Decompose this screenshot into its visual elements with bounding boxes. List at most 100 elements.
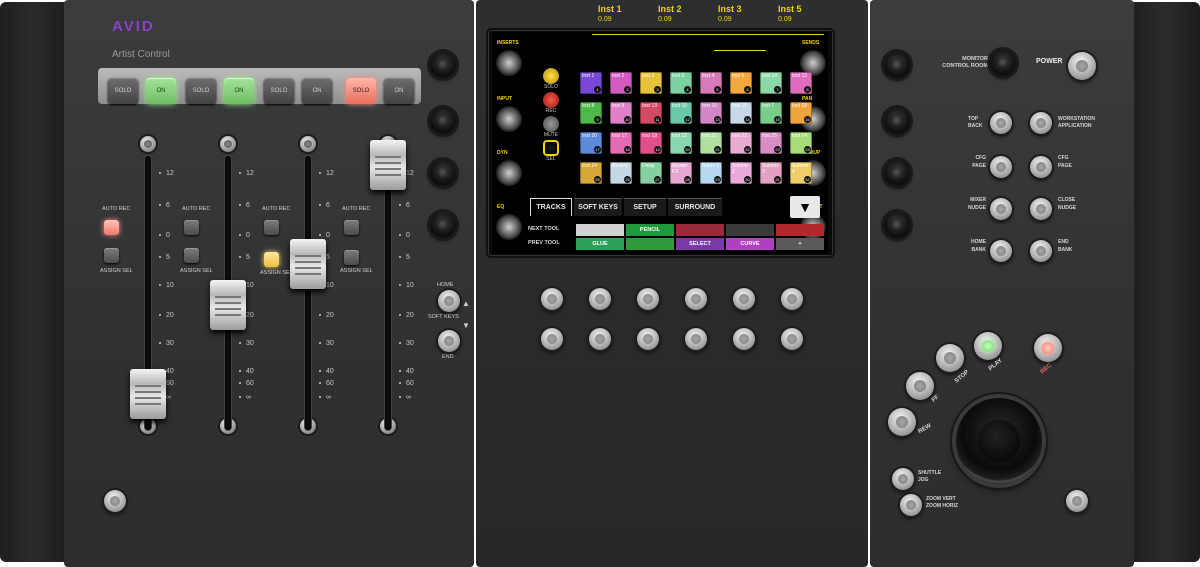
right-encoder-knob-3[interactable]	[884, 160, 910, 186]
encoder-knob-4[interactable]	[430, 212, 456, 238]
assign-sel-button-2[interactable]	[184, 248, 199, 263]
play-button[interactable]	[974, 332, 1002, 360]
track-tile[interactable]: Inst 15 14	[730, 102, 752, 124]
assign-sel-button-3[interactable]	[264, 252, 279, 267]
soft-key-button[interactable]	[589, 328, 611, 350]
screen-encoder-ring-4[interactable]	[496, 214, 522, 240]
shuttle-jog-button[interactable]	[892, 468, 914, 490]
power-button[interactable]	[1068, 52, 1096, 80]
assign-sel-button-1[interactable]	[104, 248, 119, 263]
zoom-button[interactable]	[900, 494, 922, 516]
track-tile[interactable]: Inst 45	[700, 72, 722, 94]
track-tile[interactable]: Inst 66	[730, 72, 752, 94]
prev-tool-slot-5[interactable]: +	[776, 238, 824, 250]
solo-button-3[interactable]: SOLO	[264, 78, 294, 104]
rec-toggle[interactable]	[543, 92, 559, 108]
track-header-3[interactable]: Inst 3 0.09	[718, 4, 742, 28]
soft-key-button[interactable]	[589, 288, 611, 310]
tab-soft-keys[interactable]: SOFT KEYS	[574, 198, 622, 216]
soft-key-button[interactable]	[541, 328, 563, 350]
next-tool-slot-1[interactable]	[576, 224, 624, 236]
track-tile[interactable]: Inst 24 25	[580, 162, 602, 184]
mute-toggle[interactable]	[543, 116, 559, 132]
solo-button-2[interactable]: SOLO	[186, 78, 216, 104]
record-button[interactable]	[1034, 334, 1062, 362]
soft-key-button[interactable]	[733, 328, 755, 350]
track-tile[interactable]: Submix 3 31	[760, 162, 782, 184]
track-header-4[interactable]: Inst 5 0.09	[778, 4, 802, 28]
soft-key-button[interactable]	[541, 288, 563, 310]
fader-cap-4[interactable]	[370, 140, 406, 190]
rewind-button[interactable]	[888, 408, 916, 436]
solo-toggle[interactable]	[543, 68, 559, 84]
workstation-button[interactable]	[1030, 112, 1052, 134]
tab-setup[interactable]: SETUP	[624, 198, 666, 216]
auto-rec-button-2[interactable]	[184, 220, 199, 235]
nudge-right-button[interactable]	[1030, 198, 1052, 220]
track-tile[interactable]: Inst 10 12	[670, 102, 692, 124]
soft-keys-end-button[interactable]	[438, 330, 460, 352]
track-tile[interactable]: Inst 23 22	[730, 132, 752, 154]
track-tile[interactable]: Inst 16 13	[700, 102, 722, 124]
track-header-1[interactable]: Inst 1 0.09	[598, 4, 622, 28]
encoder-knob-1[interactable]	[430, 52, 456, 78]
track-tile[interactable]: Inst 25 23	[760, 132, 782, 154]
track-tile[interactable]: Subm 1 29	[700, 162, 722, 184]
stop-button[interactable]	[936, 344, 964, 372]
track-tile[interactable]: Reverb 26	[610, 162, 632, 184]
next-tool-slot-2[interactable]: PENCIL	[626, 224, 674, 236]
on-button-1[interactable]: ON	[146, 78, 176, 104]
track-tile[interactable]: Inst 18 16	[790, 102, 812, 124]
track-tile[interactable]: Delay 27	[640, 162, 662, 184]
soft-key-button[interactable]	[733, 288, 755, 310]
track-tile[interactable]: Submix 4 32	[790, 162, 812, 184]
track-tile[interactable]: Inst 89	[580, 102, 602, 124]
soft-key-button[interactable]	[781, 288, 803, 310]
right-encoder-knob-1[interactable]	[884, 52, 910, 78]
fast-forward-button[interactable]	[906, 372, 934, 400]
auto-rec-button-1[interactable]	[104, 220, 119, 235]
right-encoder-knob-4[interactable]	[884, 212, 910, 238]
track-tile[interactable]: Inst 54	[670, 72, 692, 94]
soft-keys-home-button[interactable]	[438, 290, 460, 312]
prev-tool-slot-1[interactable]: GLUE	[576, 238, 624, 250]
fader-cap-3[interactable]	[290, 238, 326, 289]
nudge-left-button[interactable]	[990, 198, 1012, 220]
right-encoder-knob-2[interactable]	[884, 108, 910, 134]
track-tile[interactable]: Inst 11	[580, 72, 602, 94]
track-tile[interactable]: Inst 24 24	[790, 132, 812, 154]
track-tile[interactable]: Inst 14 7	[760, 72, 782, 94]
assign-sel-button-4[interactable]	[344, 250, 359, 265]
auto-rec-button-4[interactable]	[344, 220, 359, 235]
track-tile[interactable]: Inst 17 18	[610, 132, 632, 154]
sel-toggle[interactable]	[543, 140, 559, 156]
track-tile[interactable]: Inst 12 8	[790, 72, 812, 94]
top-back-button[interactable]	[990, 112, 1012, 134]
soft-key-button[interactable]	[685, 328, 707, 350]
track-tile[interactable]: Inst 19 19	[640, 132, 662, 154]
track-tile[interactable]: Submix 2 30	[730, 162, 752, 184]
track-tile[interactable]: Inst 22	[610, 72, 632, 94]
on-button-4[interactable]: ON	[384, 78, 414, 104]
track-tile[interactable]: Inst 20 17	[580, 132, 602, 154]
screen-encoder-ring-2[interactable]	[496, 106, 522, 132]
tab-dropdown-button[interactable]: ▼	[790, 196, 820, 218]
left-bottom-button[interactable]	[104, 490, 126, 512]
track-tile[interactable]: Inst 22 20	[670, 132, 692, 154]
next-tool-slot-5[interactable]	[776, 224, 824, 236]
soft-key-button[interactable]	[637, 288, 659, 310]
track-tile[interactable]: Inst 9 10	[610, 102, 632, 124]
track-tile[interactable]: Master FX 28	[670, 162, 692, 184]
fader-cap-1[interactable]	[130, 368, 166, 419]
track-header-2[interactable]: Inst 2 0.09	[658, 4, 682, 28]
page-right-button[interactable]	[1030, 156, 1052, 178]
track-tile[interactable]: Inst 33	[640, 72, 662, 94]
prev-tool-slot-4[interactable]: CURVE	[726, 238, 774, 250]
next-tool-slot-4[interactable]	[726, 224, 774, 236]
next-tool-slot-3[interactable]	[676, 224, 724, 236]
soft-key-button[interactable]	[637, 328, 659, 350]
jog-shuttle-wheel[interactable]	[956, 398, 1042, 484]
bank-right-button[interactable]	[1030, 240, 1052, 262]
auto-rec-button-3[interactable]	[264, 220, 279, 235]
soft-key-button[interactable]	[685, 288, 707, 310]
